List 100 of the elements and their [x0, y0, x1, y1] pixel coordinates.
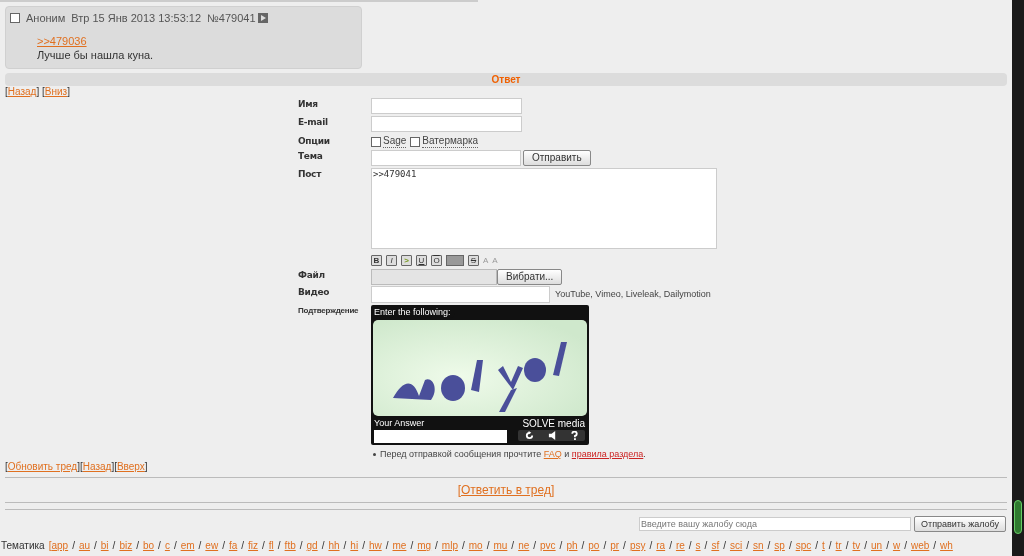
separator: / [603, 540, 607, 552]
checkbox[interactable] [371, 136, 381, 147]
board-link[interactable]: sci [729, 540, 743, 552]
board-link[interactable]: fiz [248, 540, 259, 552]
board-link[interactable]: me [392, 540, 407, 552]
post-textarea[interactable]: >>479041 [371, 168, 717, 249]
board-link[interactable]: ew [205, 540, 219, 552]
reply-thread-link[interactable]: Ответить в тред [461, 481, 551, 499]
board-link[interactable]: sf [711, 540, 720, 552]
browse-button[interactable]: Вибрати... [497, 269, 563, 285]
board-link[interactable]: bo [142, 540, 155, 552]
scrollbar[interactable] [1012, 0, 1024, 556]
email-input[interactable] [371, 116, 522, 132]
separator: / [864, 540, 867, 552]
board-link[interactable]: un [871, 540, 883, 552]
board-link[interactable]: au [78, 540, 91, 552]
board-link[interactable]: psy [629, 540, 646, 552]
separator: / [688, 540, 692, 552]
board-link[interactable]: hw [368, 540, 382, 552]
field-label: E-mail [298, 116, 329, 128]
board-link[interactable]: tr [835, 540, 842, 552]
board-link[interactable]: ftb [284, 540, 296, 552]
separator: / [277, 540, 281, 552]
separator: / [767, 540, 771, 552]
bracket: [ [114, 461, 117, 473]
reply-link[interactable]: >>479036 [37, 33, 87, 48]
board-link[interactable]: fl [268, 540, 274, 552]
board-link[interactable]: s [695, 540, 701, 552]
italic-button[interactable]: I [386, 255, 397, 266]
bold-button[interactable]: B [371, 255, 382, 266]
play-icon[interactable] [257, 13, 268, 24]
separator: / [886, 540, 889, 552]
board-link[interactable]: hi [350, 540, 359, 552]
field-label: Пост [298, 168, 323, 180]
separator: / [262, 540, 265, 552]
separator: / [559, 540, 563, 552]
rules-link[interactable]: FAQ [543, 449, 562, 459]
bracket: ] [550, 482, 555, 499]
board-link[interactable]: tv [852, 540, 861, 552]
subject-input[interactable] [371, 150, 521, 166]
superscript-button[interactable]: A [483, 255, 489, 266]
board-link[interactable]: mlp [441, 540, 458, 552]
checkbox[interactable] [10, 13, 20, 24]
board-link[interactable]: gd [306, 540, 318, 552]
board-link[interactable]: t [822, 540, 825, 552]
complaint-button[interactable]: Отправить жалобу [914, 516, 1006, 532]
board-link[interactable]: pvc [540, 540, 556, 552]
help-icon[interactable] [571, 431, 578, 440]
board-link[interactable]: hh [328, 540, 340, 552]
separator: / [198, 540, 202, 552]
answer-input[interactable] [374, 430, 507, 443]
separator: / [385, 540, 389, 552]
board-link[interactable]: spc [795, 540, 812, 552]
board-link[interactable]: w [892, 540, 901, 552]
board-link[interactable]: re [675, 540, 685, 552]
checkbox-label: Sage [383, 135, 407, 148]
separator: / [788, 540, 792, 552]
reply-bar: Ответ [5, 73, 1007, 86]
bracket: ] [36, 86, 40, 98]
board-link[interactable]: mo [468, 540, 483, 552]
complaint-input[interactable]: Введите вашу жалобу сюда [639, 517, 912, 531]
file-field[interactable] [371, 269, 497, 285]
name-input[interactable] [371, 98, 522, 114]
board-link[interactable]: app [51, 540, 69, 552]
subscript-button[interactable]: A [492, 255, 498, 266]
board-link[interactable]: sp [774, 540, 785, 552]
board-link[interactable]: ne [518, 540, 530, 552]
board-link[interactable]: pr [610, 540, 620, 552]
board-link[interactable]: biz [119, 540, 133, 552]
post-number[interactable]: №479041 [207, 10, 256, 27]
refresh-icon[interactable] [525, 431, 534, 440]
board-link[interactable]: mg [417, 540, 432, 552]
separator: / [158, 540, 161, 552]
board-link[interactable]: fa [228, 540, 238, 552]
board-link[interactable]: wh [940, 540, 953, 552]
board-link[interactable]: po [588, 540, 600, 552]
board-link[interactable]: ra [656, 540, 666, 552]
video-input[interactable] [371, 286, 550, 303]
bracket: [ [5, 461, 8, 473]
send-button[interactable]: Отправить [523, 150, 591, 166]
board-link[interactable]: ph [566, 540, 578, 552]
board-link[interactable]: web [910, 540, 930, 552]
quote-button[interactable]: > [401, 255, 412, 266]
board-link[interactable]: em [180, 540, 195, 552]
board-link[interactable]: mu [493, 540, 508, 552]
separator: / [435, 540, 438, 552]
board-link[interactable]: c [164, 540, 170, 552]
scrollbar-thumb[interactable] [1014, 500, 1022, 534]
strike-button[interactable]: S [468, 255, 479, 266]
post-date: Втр 15 Янв 2013 13:53:12 [71, 11, 202, 26]
checkbox[interactable] [410, 136, 421, 147]
separator: / [723, 540, 726, 552]
separator: / [72, 540, 75, 552]
board-link[interactable]: bi [100, 540, 109, 552]
overline-button[interactable]: O [431, 255, 442, 266]
separator: / [486, 540, 490, 552]
nav-link[interactable]: Вверх [116, 461, 145, 473]
underline-button[interactable]: U [416, 255, 427, 266]
speaker-icon[interactable] [548, 431, 557, 440]
board-link[interactable]: sn [752, 540, 764, 552]
